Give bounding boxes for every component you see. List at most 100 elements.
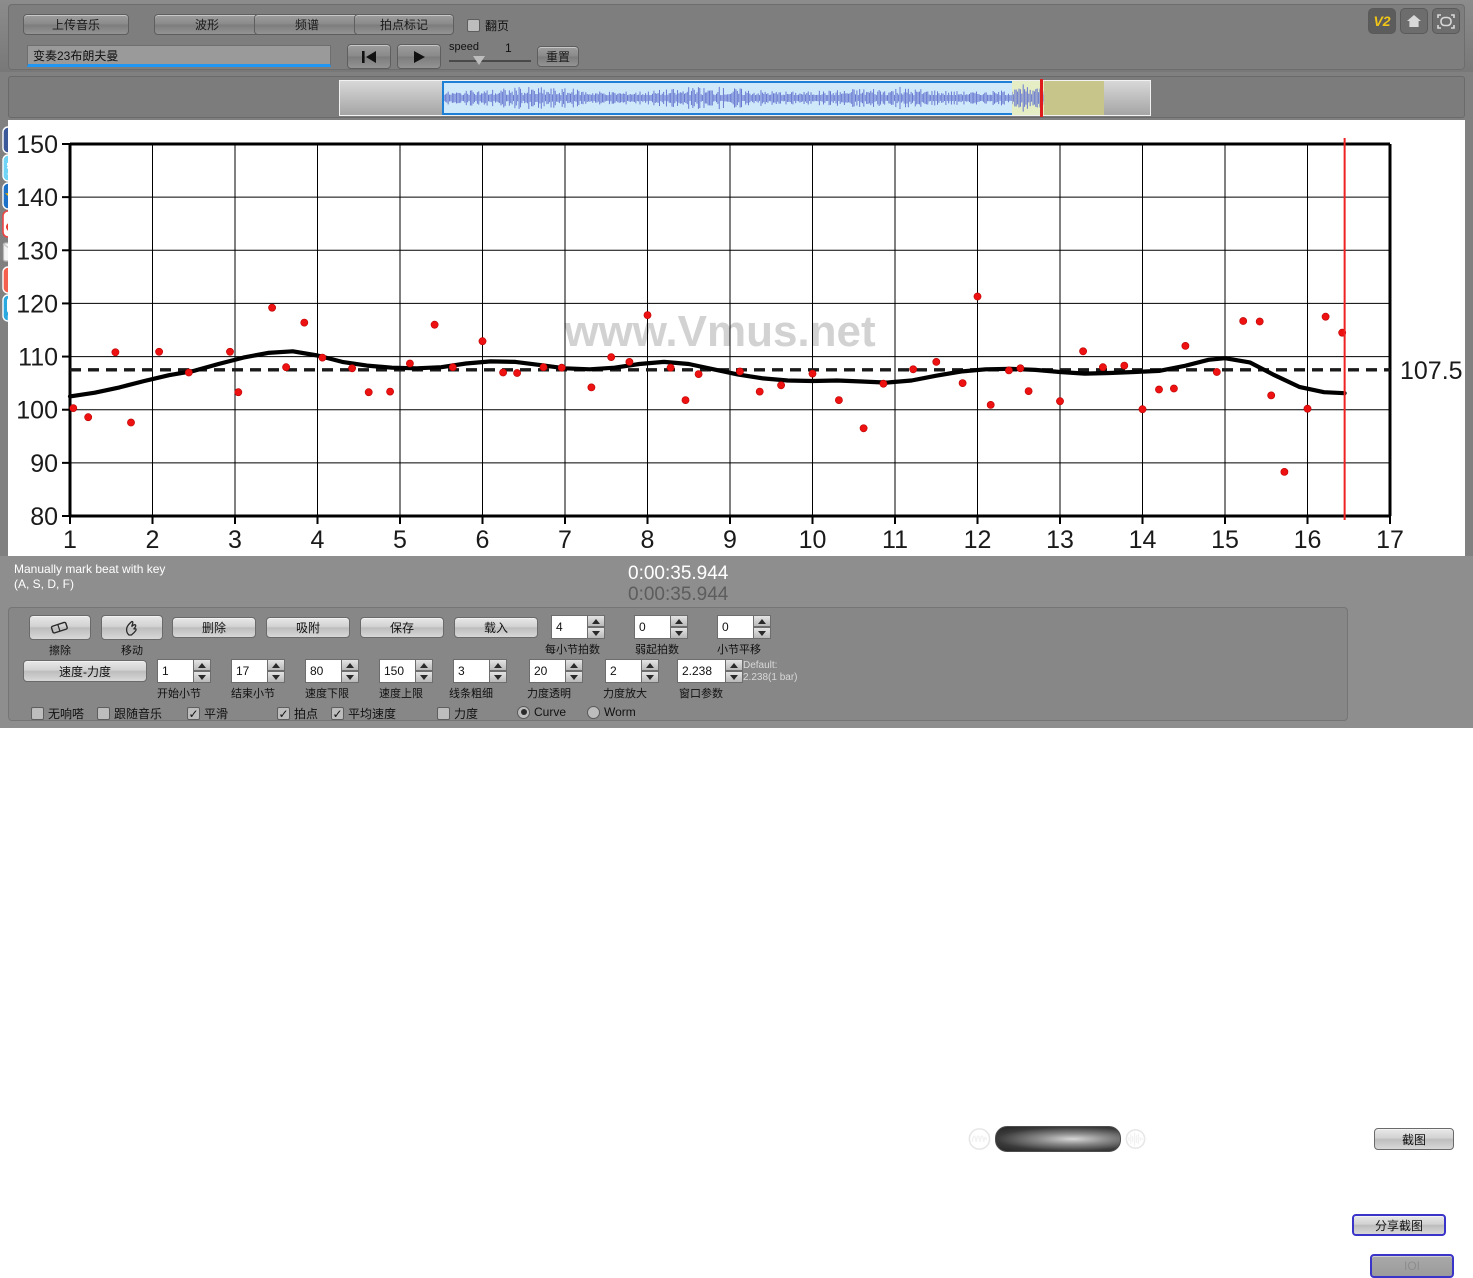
delete-button[interactable]: 删除 <box>172 617 256 638</box>
beat-point[interactable] <box>1170 384 1178 393</box>
share-screenshot-button[interactable]: 分享截图 <box>1352 1214 1446 1236</box>
snap-button[interactable]: 吸附 <box>266 617 350 638</box>
beat-point[interactable] <box>478 337 487 346</box>
beat-point[interactable] <box>282 363 290 372</box>
overview-playhead[interactable] <box>1040 79 1043 117</box>
beat-point[interactable] <box>268 303 276 312</box>
worm-radio[interactable]: Worm <box>587 705 636 719</box>
move-tool-button[interactable] <box>101 615 163 640</box>
tempo-max-increment[interactable] <box>415 659 433 671</box>
end-bar-increment[interactable] <box>267 659 285 671</box>
save-button[interactable]: 保存 <box>360 617 444 638</box>
beat-point[interactable] <box>386 387 394 396</box>
overview-selection-region[interactable] <box>442 81 1014 115</box>
beat-point[interactable] <box>755 387 764 396</box>
beat-point[interactable] <box>513 369 521 377</box>
beat-point[interactable] <box>499 368 507 377</box>
beat-point[interactable] <box>300 318 309 327</box>
beat-point[interactable] <box>155 347 163 356</box>
home-button[interactable] <box>1400 8 1428 34</box>
waveform-round-icon[interactable] <box>968 1127 991 1151</box>
beat-point[interactable] <box>777 381 785 390</box>
beat-point[interactable] <box>607 353 616 361</box>
dynamics-alpha-increment[interactable] <box>565 659 583 671</box>
beat-point[interactable] <box>1155 385 1163 394</box>
end-bar-decrement[interactable] <box>267 671 285 683</box>
tempo-chart[interactable]: www.Vmus.net80901001101201301401501 2 3 4 5 6… <box>8 120 1465 556</box>
beat-point[interactable] <box>448 363 457 372</box>
pickup-beats-decrement[interactable] <box>670 627 688 639</box>
load-button[interactable]: 载入 <box>454 617 538 638</box>
beat-point[interactable] <box>184 368 193 377</box>
line-width-value[interactable]: 3 <box>453 659 489 683</box>
volume-balance-slider[interactable] <box>968 1126 1148 1152</box>
beat-point[interactable] <box>1181 341 1190 350</box>
end-bar-value[interactable]: 17 <box>231 659 267 683</box>
end-bar-stepper[interactable]: 17 <box>231 659 285 683</box>
bar-shift-value[interactable]: 0 <box>717 615 753 639</box>
tempo-max-value[interactable]: 150 <box>379 659 415 683</box>
beat-point[interactable] <box>958 379 967 387</box>
upload-music-button[interactable]: 上传音乐 <box>23 14 129 35</box>
bar-shift-increment[interactable] <box>753 615 771 627</box>
dynamics-alpha-value[interactable]: 20 <box>529 659 565 683</box>
beat-point[interactable] <box>1056 397 1064 406</box>
eraser-tool-button[interactable] <box>29 615 91 640</box>
line-width-increment[interactable] <box>489 659 507 671</box>
beat-point[interactable] <box>127 418 135 427</box>
beat-mark-button[interactable]: 拍点标记 <box>354 14 454 35</box>
beats-per-bar-stepper[interactable]: 4 <box>551 615 605 639</box>
beat-point[interactable] <box>84 413 93 422</box>
track-title-input[interactable]: 变奏23布朗夫曼 <box>27 45 331 67</box>
beat-point[interactable] <box>681 396 690 404</box>
screenshot-button[interactable]: 截图 <box>1374 1128 1454 1150</box>
beat-point[interactable] <box>625 357 634 366</box>
beat-point[interactable] <box>1024 387 1033 395</box>
pickup-beats-value[interactable]: 0 <box>634 615 670 639</box>
reset-button[interactable]: 重置 <box>537 46 579 67</box>
version-badge[interactable]: V2 <box>1368 8 1396 34</box>
beats-per-bar-decrement[interactable] <box>587 627 605 639</box>
play-button[interactable] <box>397 44 441 69</box>
speed-slider-thumb[interactable] <box>473 56 485 65</box>
beat-point[interactable] <box>234 388 243 397</box>
beat-point[interactable] <box>835 396 843 404</box>
beat-point[interactable] <box>226 347 234 356</box>
window-param-stepper[interactable]: 2.238 <box>677 659 743 683</box>
beat-point[interactable] <box>1303 404 1312 413</box>
beat-point[interactable] <box>364 388 373 397</box>
beats-checkbox[interactable]: 拍点 <box>277 705 318 722</box>
beat-point[interactable] <box>111 348 120 357</box>
beat-point[interactable] <box>348 364 356 373</box>
smooth-checkbox[interactable]: 平滑 <box>187 705 228 722</box>
tempo-chart-pane[interactable]: www.Vmus.net 80 90 100 110 120 130 140 150 1 2 3 4 5 6… <box>8 120 1465 556</box>
beat-point[interactable] <box>666 363 675 372</box>
beats-per-bar-value[interactable]: 4 <box>551 615 587 639</box>
beat-point[interactable] <box>736 367 744 376</box>
beat-point[interactable] <box>1239 317 1248 325</box>
beat-point[interactable] <box>643 311 652 319</box>
speed-slider-track[interactable] <box>449 60 531 62</box>
start-bar-increment[interactable] <box>193 659 211 671</box>
beat-point[interactable] <box>909 365 918 374</box>
beat-point[interactable] <box>1255 317 1264 326</box>
start-bar-value[interactable]: 1 <box>157 659 193 683</box>
dynamics-alpha-stepper[interactable]: 20 <box>529 659 583 683</box>
tempo-min-stepper[interactable]: 80 <box>305 659 359 683</box>
beat-point[interactable] <box>879 379 888 388</box>
beat-point[interactable] <box>587 383 596 392</box>
beat-point[interactable] <box>405 359 414 368</box>
ioi-button[interactable]: IOI <box>1370 1254 1454 1278</box>
follow-music-checkbox[interactable]: 跟随音乐 <box>97 705 162 722</box>
beat-point[interactable] <box>69 404 78 412</box>
dynamics-gain-value[interactable]: 2 <box>605 659 641 683</box>
dynamics-checkbox[interactable]: 力度 <box>437 705 478 722</box>
pickup-beats-stepper[interactable]: 0 <box>634 615 688 639</box>
waveform-button[interactable]: 波形 <box>154 14 260 35</box>
skip-previous-button[interactable] <box>347 44 391 69</box>
bar-shift-decrement[interactable] <box>753 627 771 639</box>
metronome-checkbox[interactable]: 无响嗒 <box>31 705 84 722</box>
spectrum-button[interactable]: 频谱 <box>254 14 360 35</box>
tempo-min-increment[interactable] <box>341 659 359 671</box>
beat-point[interactable] <box>1005 366 1013 375</box>
